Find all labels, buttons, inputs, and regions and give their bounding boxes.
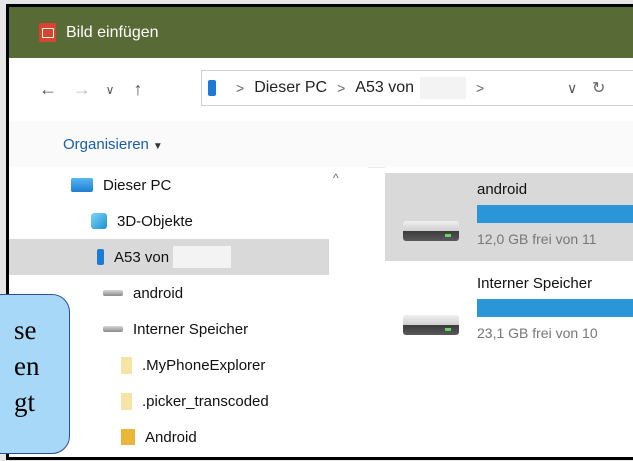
annotation-callout-text: se en gt: [0, 312, 39, 420]
callout-line: se: [14, 315, 37, 345]
folder-icon: [121, 356, 132, 374]
forward-button[interactable]: →: [65, 79, 99, 100]
nav-item-label: 3D-Objekte: [117, 212, 193, 230]
address-bar[interactable]: > Dieser PC > A53 von > ∨ ↻: [201, 70, 633, 106]
nav-item-label: A53 von: [114, 248, 170, 266]
drive-name: Interner Speicher: [477, 275, 593, 292]
redacted-name: [173, 246, 232, 268]
hard-drive-icon: [403, 221, 459, 241]
phone-icon: [97, 249, 104, 265]
address-dropdown-button[interactable]: ∨: [567, 80, 577, 97]
callout-line: gt: [14, 387, 36, 417]
address-row: ← → ∨ ↑ > Dieser PC > A53 von > ∨ ↻: [9, 58, 633, 121]
drive-free-space: 12,0 GB frei von 11: [477, 231, 597, 247]
up-button[interactable]: ↑: [121, 79, 155, 100]
nav-item-a53[interactable]: A53 von: [9, 239, 329, 275]
drive-free-space: 23,1 GB frei von 10: [477, 325, 598, 341]
drive-usage-bar: [477, 299, 633, 317]
command-bar: Organisieren ▼: [9, 121, 633, 168]
3d-objects-icon: [91, 213, 107, 229]
nav-item-label: Dieser PC: [103, 176, 172, 194]
nav-item-label: android: [133, 284, 184, 302]
caret-down-icon: ▼: [152, 140, 163, 152]
window-title: Bild einfügen: [66, 23, 159, 41]
hard-drive-icon: [403, 315, 459, 335]
nav-item-label: Interner Speicher: [133, 320, 249, 338]
title-bar: Bild einfügen: [9, 7, 633, 58]
recent-locations-button[interactable]: ∨: [99, 83, 121, 97]
drive-name: android: [477, 181, 528, 198]
breadcrumb-dieser-pc[interactable]: Dieser PC: [254, 79, 327, 97]
folder-icon: [121, 429, 135, 445]
breadcrumb-separator[interactable]: >: [337, 80, 345, 96]
drive-tile-interner-speicher[interactable]: Interner Speicher 23,1 GB frei von 10: [385, 267, 633, 355]
folder-icon: [121, 392, 132, 410]
content-pane: android 12,0 GB frei von 11 Interner Spe…: [385, 167, 633, 457]
callout-line: en: [14, 351, 40, 381]
back-button[interactable]: ←: [31, 79, 65, 100]
organize-label: Organisieren: [63, 135, 149, 153]
nav-item-dieser-pc[interactable]: Dieser PC: [9, 167, 329, 203]
nav-item-label: .MyPhoneExplorer: [142, 356, 266, 374]
drive-usage-bar: [477, 205, 633, 223]
drive-tile-android[interactable]: android 12,0 GB frei von 11: [385, 173, 633, 261]
dialog-window: Bild einfügen ← → ∨ ↑ > Dieser PC > A53 …: [6, 4, 633, 460]
drive-icon: [103, 290, 123, 296]
phone-icon: [208, 80, 216, 96]
breadcrumb-a53[interactable]: A53 von: [355, 79, 414, 97]
organize-button[interactable]: Organisieren ▼: [63, 136, 163, 153]
drive-icon: [103, 326, 123, 332]
refresh-icon[interactable]: ↻: [592, 78, 605, 98]
breadcrumb-separator[interactable]: >: [476, 80, 484, 96]
insert-image-icon: [39, 23, 56, 42]
redacted-name: [420, 77, 466, 99]
nav-item-3d-objekte[interactable]: 3D-Objekte: [9, 203, 329, 239]
nav-item-label: Android: [145, 428, 197, 446]
breadcrumb-separator[interactable]: >: [236, 80, 244, 96]
nav-item-label: .picker_transcoded: [142, 392, 269, 410]
pc-icon: [71, 178, 93, 192]
scroll-up-button[interactable]: ^: [333, 171, 339, 185]
